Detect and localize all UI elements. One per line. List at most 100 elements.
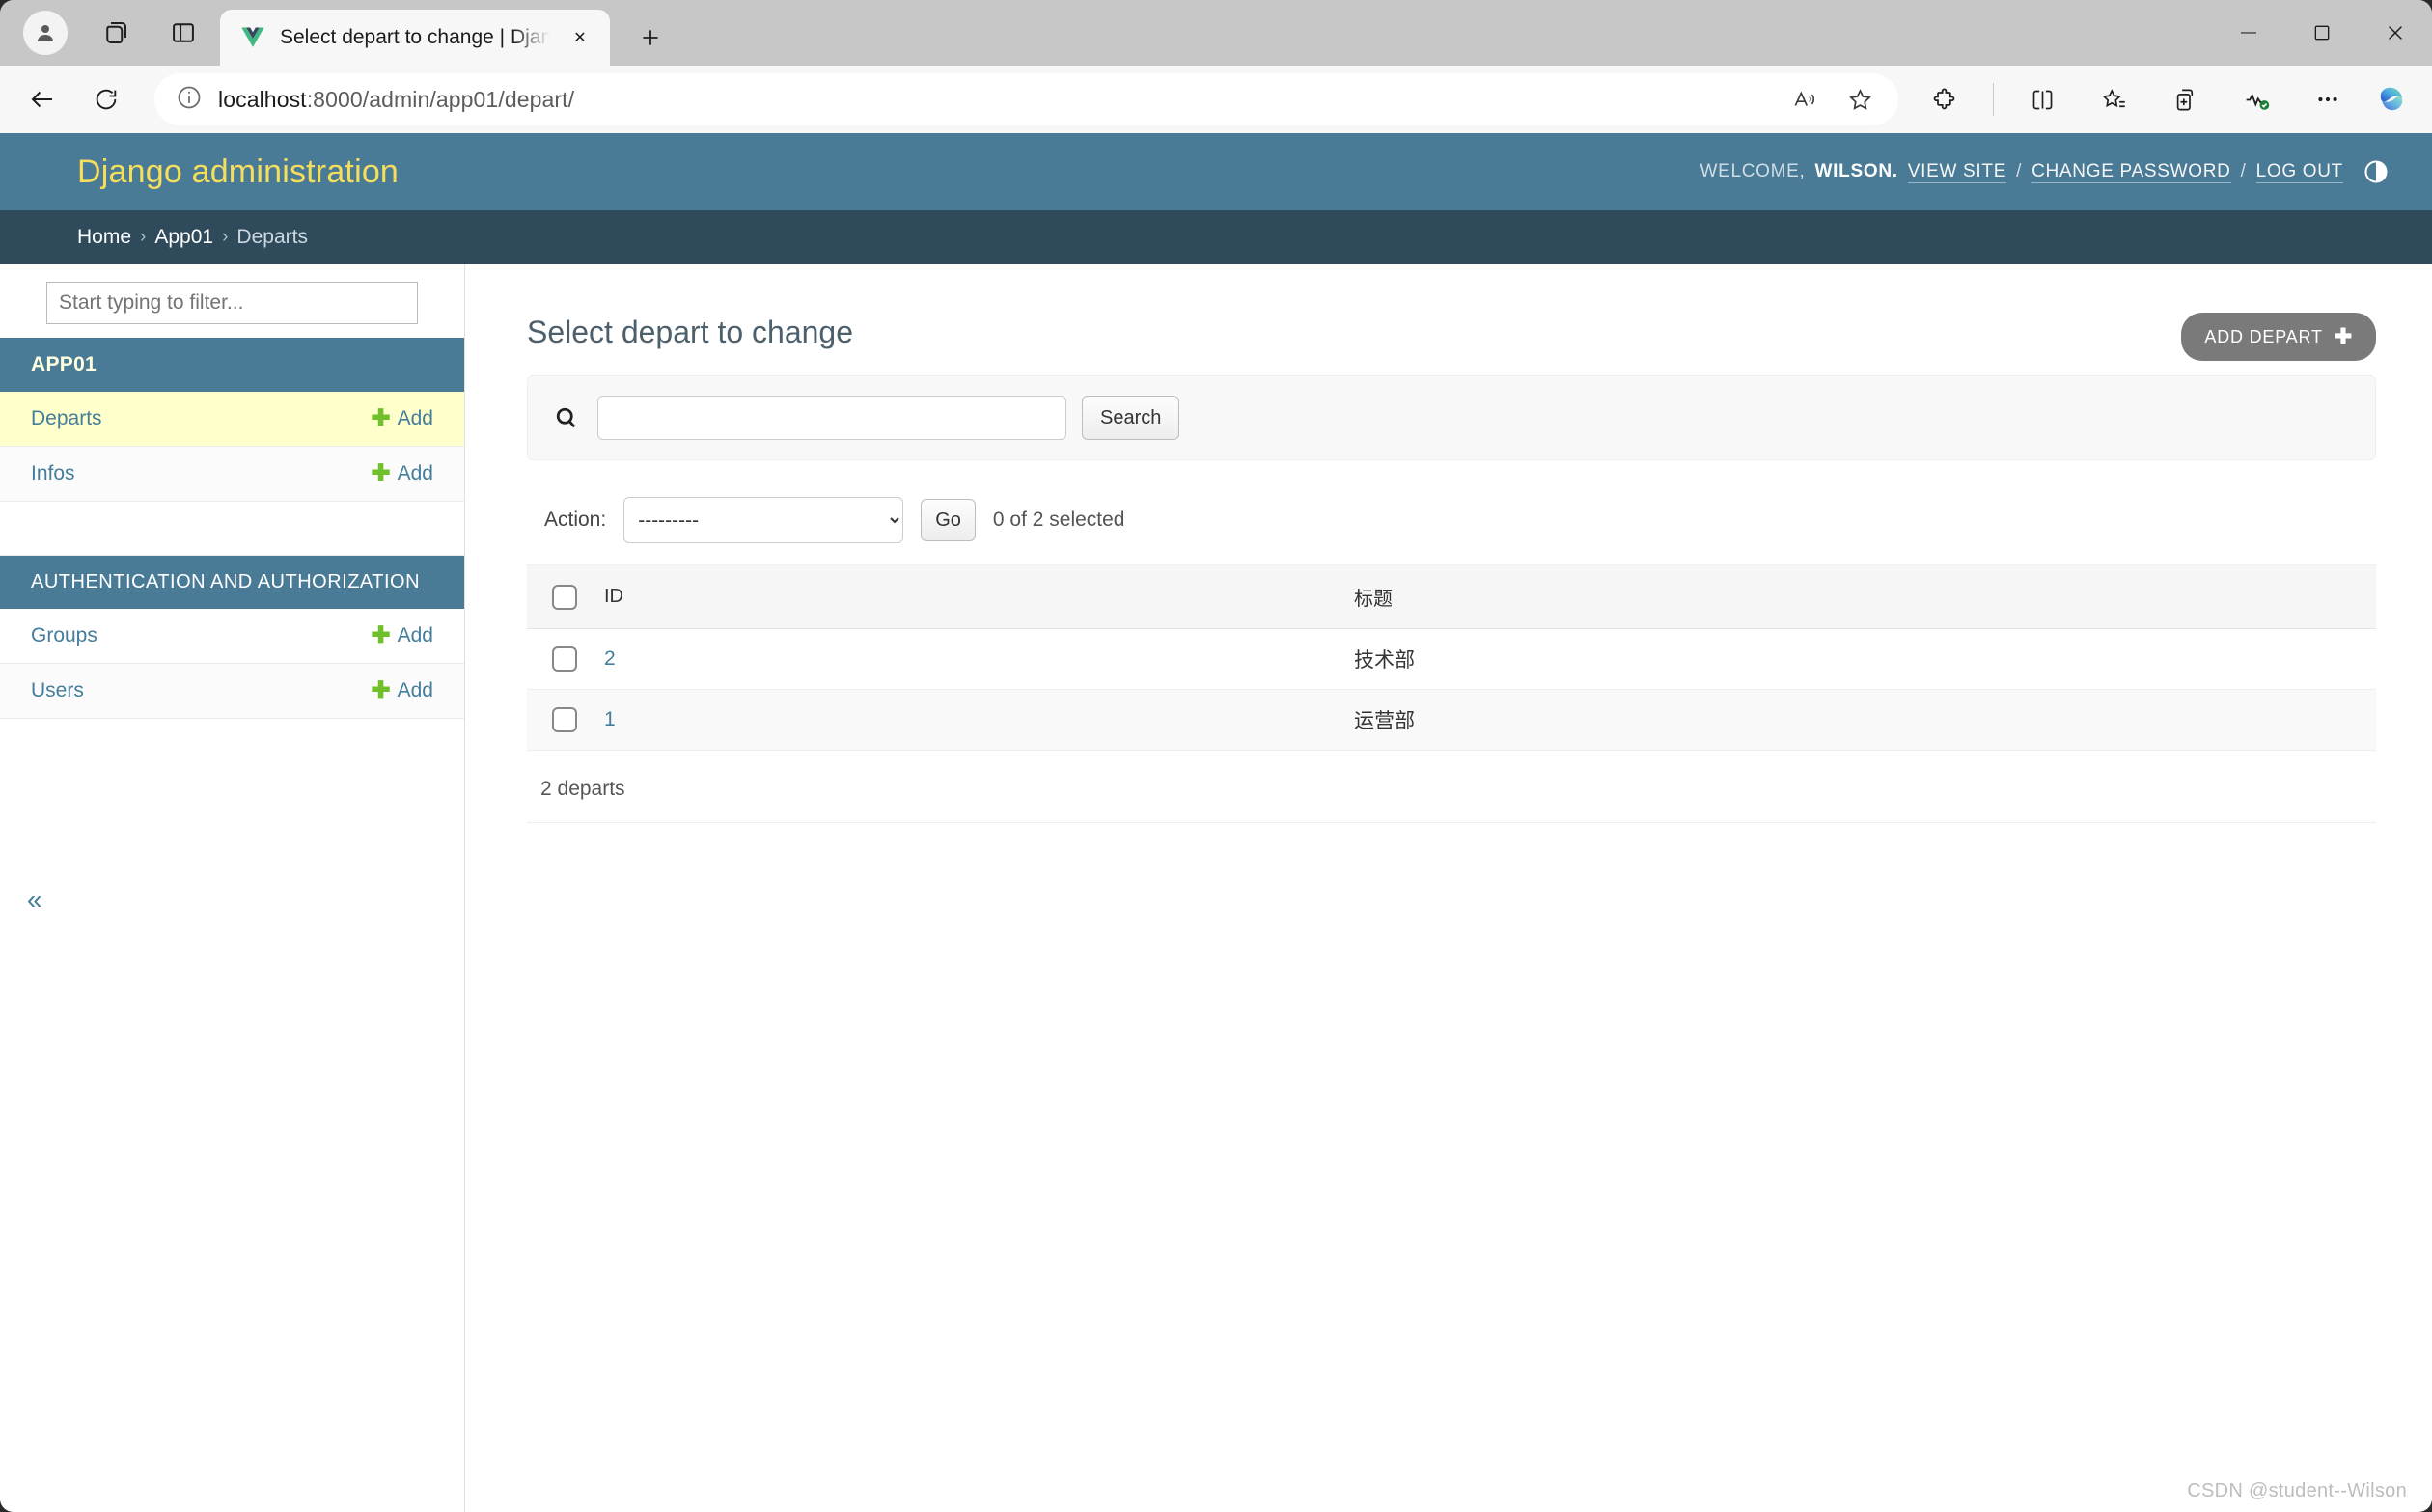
plus-icon: ✚ [372, 462, 391, 485]
action-label: Action: [544, 509, 606, 532]
profile-icon[interactable] [23, 11, 68, 55]
nav-module-title-app01[interactable]: APP01 [0, 338, 464, 392]
row-id-link[interactable]: 1 [604, 708, 616, 730]
page-viewport: Django administration WELCOME, WILSON. V… [0, 133, 2432, 1512]
row-checkbox[interactable] [552, 646, 577, 672]
nav-module-gap [0, 502, 464, 556]
breadcrumb-home[interactable]: Home [77, 226, 131, 249]
log-out-link[interactable]: LOG OUT [2256, 161, 2343, 183]
site-title[interactable]: Django administration [77, 153, 399, 191]
sidebar-add-departs[interactable]: ✚ Add [372, 407, 433, 430]
collections-icon[interactable] [2156, 72, 2214, 126]
close-window-button[interactable] [2359, 0, 2432, 66]
split-screen-icon[interactable] [2013, 72, 2071, 126]
theme-toggle-icon[interactable] [2363, 157, 2391, 186]
read-aloud-icon[interactable] [1781, 76, 1827, 123]
select-all-checkbox[interactable] [552, 585, 577, 610]
table-header-row: ID 标题 [527, 565, 2376, 629]
branding: Django administration [77, 153, 399, 191]
toolbar-divider [1993, 83, 1994, 116]
sidebar-item-label-infos[interactable]: Infos [31, 462, 75, 485]
browser-window: Select depart to change | Django ✕ — [0, 0, 2432, 1512]
nav-module-title-auth[interactable]: AUTHENTICATION AND AUTHORIZATION [0, 556, 464, 609]
sidebar-item-label-departs[interactable]: Departs [31, 407, 102, 430]
select-all-header [527, 565, 591, 629]
sidebar-add-users[interactable]: ✚ Add [372, 679, 433, 702]
table-row[interactable]: 1 运营部 [527, 690, 2376, 751]
tabstrip-left-icons [14, 0, 220, 66]
breadcrumb: Home › App01 › Departs [0, 210, 2432, 264]
browser-essentials-icon[interactable] [2227, 72, 2285, 126]
content-area: Select depart to change ADD DEPART ✚ [465, 264, 2432, 823]
address-url[interactable]: localhost:8000/admin/app01/depart/ [218, 87, 1765, 113]
plus-icon: ✚ [372, 679, 391, 702]
workspaces-icon[interactable] [97, 14, 135, 52]
row-select-cell [527, 629, 591, 690]
new-tab-button[interactable] [625, 13, 676, 63]
sidebar-item-infos[interactable]: Infos ✚ Add [0, 447, 464, 502]
address-bar[interactable]: localhost:8000/admin/app01/depart/ [154, 73, 1898, 125]
search-toolbar: Search [527, 375, 2376, 460]
view-site-link[interactable]: VIEW SITE [1908, 161, 2006, 183]
row-id-cell: 1 [591, 690, 1340, 751]
sidebar-item-departs[interactable]: Departs ✚ Add [0, 392, 464, 447]
url-path: :8000/admin/app01/depart/ [307, 87, 574, 112]
sidebar-item-label-groups[interactable]: Groups [31, 624, 97, 647]
table-row[interactable]: 2 技术部 [527, 629, 2376, 690]
results-body: 2 技术部 1 运营部 [527, 629, 2376, 751]
tab-title: Select depart to change | Django [280, 26, 550, 49]
add-depart-button[interactable]: ADD DEPART ✚ [2181, 313, 2376, 361]
action-bar: Action: --------- Go 0 of 2 selected [527, 497, 2376, 564]
sidebar-item-users[interactable]: Users ✚ Add [0, 664, 464, 719]
search-icon [553, 403, 582, 432]
main-layout: APP01 Departs ✚ Add Infos ✚ Add [0, 264, 2432, 1512]
window-controls: — [2212, 0, 2432, 66]
action-select[interactable]: --------- [623, 497, 903, 543]
sidebar-collapse-toggle[interactable]: « [27, 887, 42, 914]
browser-tab[interactable]: Select depart to change | Django ✕ [220, 10, 610, 66]
row-id-link[interactable]: 2 [604, 647, 616, 670]
watermark: CSDN @student--Wilson [2187, 1480, 2407, 1502]
row-title-cell: 技术部 [1340, 629, 2376, 690]
change-password-link[interactable]: CHANGE PASSWORD [2031, 161, 2231, 183]
reload-icon[interactable] [77, 72, 135, 126]
search-button[interactable]: Search [1082, 396, 1179, 440]
nav-sidebar: APP01 Departs ✚ Add Infos ✚ Add [0, 264, 465, 1512]
extensions-icon[interactable] [1916, 72, 1974, 126]
object-tools: ADD DEPART ✚ [2181, 297, 2376, 361]
site-info-icon[interactable] [176, 84, 203, 116]
tab-strip: Select depart to change | Django ✕ — [0, 0, 2432, 66]
copilot-icon[interactable] [2370, 77, 2415, 122]
sidebar-add-infos[interactable]: ✚ Add [372, 462, 433, 485]
minimize-button[interactable]: — [2212, 0, 2285, 66]
row-id-cell: 2 [591, 629, 1340, 690]
plus-icon: ✚ [372, 407, 391, 430]
row-checkbox[interactable] [552, 707, 577, 732]
nav-module-app01: APP01 Departs ✚ Add Infos ✚ Add [0, 338, 464, 502]
maximize-button[interactable] [2285, 0, 2359, 66]
sidebar-add-groups[interactable]: ✚ Add [372, 624, 433, 647]
breadcrumb-separator-2: › [222, 227, 228, 248]
close-icon[interactable]: ✕ [564, 21, 596, 54]
sidebar-item-label-users[interactable]: Users [31, 679, 84, 702]
tab-actions-icon[interactable] [164, 14, 203, 52]
nav-module-auth: AUTHENTICATION AND AUTHORIZATION Groups … [0, 556, 464, 719]
search-input[interactable] [597, 396, 1066, 440]
back-icon[interactable] [14, 72, 71, 126]
omnibox-actions [1781, 76, 1891, 123]
favorite-star-icon[interactable] [1837, 76, 1883, 123]
username: WILSON. [1815, 161, 1898, 182]
favorites-icon[interactable] [2085, 72, 2142, 126]
settings-more-icon[interactable] [2299, 72, 2357, 126]
sidebar-item-groups[interactable]: Groups ✚ Add [0, 609, 464, 664]
sidebar-add-label-users: Add [398, 679, 433, 702]
breadcrumb-app01[interactable]: App01 [154, 226, 213, 249]
plus-icon: ✚ [372, 624, 391, 647]
column-header-id[interactable]: ID [591, 565, 1340, 629]
action-go-button[interactable]: Go [921, 499, 976, 541]
sidebar-filter-input[interactable] [46, 282, 418, 324]
sidebar-add-label-groups: Add [398, 624, 433, 647]
results-table: ID 标题 2 [527, 564, 2376, 751]
column-header-title[interactable]: 标题 [1340, 565, 2376, 629]
welcome-text: WELCOME, [1700, 161, 1805, 182]
